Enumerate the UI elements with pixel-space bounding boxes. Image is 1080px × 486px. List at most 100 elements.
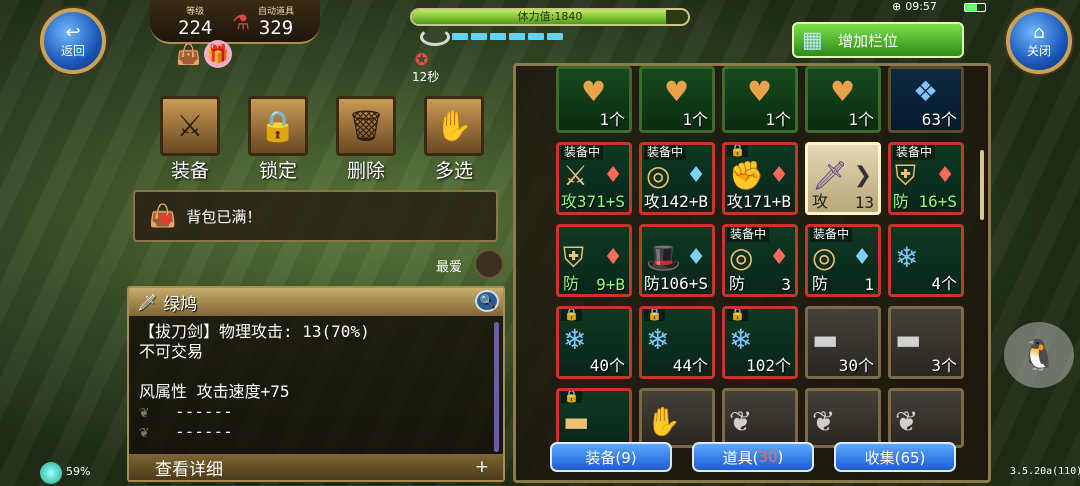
item-detail-body: 【拔刀剑】物理攻击: 13(70%) 不可交易 风属性 攻击速度+75 ❦ ---… [139, 322, 370, 441]
slot-count: 1 [864, 275, 874, 294]
inventory-slot[interactable]: ▬ 🔒 [556, 388, 632, 448]
equipped-tag: 装备中 [644, 145, 687, 160]
lock-icon: 🔒 [561, 391, 582, 403]
fang-icon: ❦ [895, 405, 919, 438]
inventory-slot[interactable]: ❄ 4个 [888, 224, 964, 297]
inventory-tabs: 装备(9) 道具(30) 收集(65) [550, 442, 956, 472]
inventory-slot[interactable]: ❄ 102个 🔒 [722, 306, 798, 379]
inventory-slot[interactable]: ▬ 3个 [888, 306, 964, 379]
inventory-slot[interactable]: ✋ [639, 388, 715, 448]
bag-full-message: 👜 ✖ 背包已满！ [133, 190, 498, 242]
slot-count: 攻371+S [560, 192, 625, 211]
lock-icon: 🔒 [644, 309, 665, 321]
inventory-slot[interactable]: ♥ 1个 [805, 66, 881, 133]
inventory-slot[interactable]: 装备中 ◎ ♦ 攻142+B [639, 142, 715, 215]
inventory-slot[interactable]: ⛨ ♦ 防 9+B [556, 224, 632, 297]
back-button[interactable]: ↩ 返回 [40, 8, 106, 74]
slot-count: 40个 [589, 356, 625, 375]
inventory-scrollbar[interactable] [980, 150, 984, 220]
item-detail-header: 🗡 绿鸠 🔍 [129, 288, 503, 316]
view-details-button[interactable]: 查看详细 + [129, 454, 503, 480]
inventory-slot[interactable]: ❖ 63个 [888, 66, 964, 133]
slot-count: 防106+S [643, 274, 708, 293]
home-icon: ⌂ [1033, 21, 1045, 43]
slot-count: 44个 [672, 356, 708, 375]
inventory-slot[interactable]: 🗡 ❯ 攻 13 [805, 142, 881, 215]
equipped-tag: 装备中 [727, 227, 770, 242]
version-text: 3.5.20a(110) [1010, 466, 1080, 477]
lock-icon: 🔒 [248, 96, 308, 156]
equipped-tag: 装备中 [561, 145, 604, 160]
detail-scrollbar[interactable] [494, 322, 499, 452]
slot-count: 4个 [931, 274, 957, 293]
alarm-icon: ⊕ [892, 0, 902, 13]
inventory-slot[interactable]: 装备中 ◎ ♦ 防 3 [722, 224, 798, 297]
stamina-bar: 体力值:1840 [410, 8, 690, 26]
gem-icon: ♦ [769, 163, 789, 188]
heart-token-icon: ♥ [581, 75, 607, 108]
close-button[interactable]: ⌂ 关闭 [1006, 8, 1072, 74]
inventory-grid: ♥ 1个 ♥ 1个 ♥ 1个 ♥ 1个 ❖ 63个 装备中 ⚔ ♦ 攻371+S 装备中 ◎ ♦ 攻142+B ✊ ♦… [513, 63, 991, 483]
sword-icon: 🗡 [137, 292, 158, 312]
slot-count: 3 [781, 275, 791, 294]
inventory-slot[interactable]: ♥ 1个 [556, 66, 632, 133]
chat-assistant-icon[interactable]: 🐧 [1004, 322, 1074, 388]
item-detail-panel: 🗡 绿鸠 🔍 【拔刀剑】物理攻击: 13(70%) 不可交易 风属性 攻击速度+… [127, 286, 505, 482]
inventory-slot[interactable]: ❦ [722, 388, 798, 448]
clock: ⊕ 09:57 [892, 0, 937, 13]
inventory-slot[interactable]: ❦ [888, 388, 964, 448]
treasure-bag-icon[interactable]: 👜 [176, 42, 201, 66]
inventory-slot[interactable]: 装备中 ◎ ♦ 防 1 [805, 224, 881, 297]
inventory-slot[interactable]: ♥ 1个 [639, 66, 715, 133]
slot-count: 攻171+B [726, 192, 791, 211]
multi-select-action[interactable]: ✋ 多选 [414, 96, 494, 183]
add-slots-button[interactable]: ▦ 增加栏位 [792, 22, 964, 58]
slot-count: 防 16+S [892, 192, 957, 211]
inventory-slot[interactable]: ♥ 1个 [722, 66, 798, 133]
swirl-icon [40, 462, 62, 484]
slot-count: 1个 [848, 110, 874, 129]
trash-icon: 🗑 [336, 96, 396, 156]
inventory-slot[interactable]: ✊ ♦ 攻171+B 🔒 [722, 142, 798, 215]
plus-icon: + [474, 457, 489, 477]
delete-action[interactable]: 🗑 删除 [326, 96, 406, 183]
gift-icon[interactable]: 🎁 [204, 40, 232, 68]
tab-equipment[interactable]: 装备(9) [550, 442, 672, 472]
slot-count: 9+B [596, 275, 625, 294]
potion-icon: ⚗ [232, 10, 250, 34]
slot-count: 102个 [746, 356, 791, 375]
slot-count: 30个 [838, 356, 874, 375]
inventory-slot[interactable]: 装备中 ⛨ ♦ 防 16+S [888, 142, 964, 215]
lock-icon: 🔒 [561, 309, 582, 321]
fang-icon: ❦ [812, 405, 836, 438]
lock-icon: 🔒 [727, 309, 748, 321]
equip-action[interactable]: ⚔ 装备 [150, 96, 230, 183]
favorite-toggle[interactable] [474, 249, 504, 279]
item-name: 绿鸠 [163, 294, 198, 315]
equipment-icon: ⚔ [160, 96, 220, 156]
slot-count: 1个 [599, 110, 625, 129]
gem-icon: ♦ [603, 245, 623, 270]
inventory-slot[interactable]: ❦ [805, 388, 881, 448]
heart-token-icon: ♥ [830, 75, 856, 108]
inventory-slot[interactable]: ▬ 30个 [805, 306, 881, 379]
search-icon[interactable]: 🔍 [475, 290, 499, 312]
equipped-tag: 装备中 [810, 227, 853, 242]
lock-action[interactable]: 🔒 锁定 [238, 96, 318, 183]
buff-timer: 12秒 [412, 70, 440, 84]
gem-icon: ♦ [603, 163, 623, 188]
hand-icon: ✋ [424, 96, 484, 156]
inventory-slot[interactable]: 🎩 ♦ 防106+S [639, 224, 715, 297]
inventory-slot[interactable]: ❄ 44个 🔒 [639, 306, 715, 379]
slot-count: 63个 [921, 110, 957, 129]
tab-items[interactable]: 道具(30) [692, 442, 814, 472]
slot-count: 攻142+B [643, 192, 708, 211]
slot-count: 13 [854, 193, 874, 212]
slot-count: 1个 [765, 110, 791, 129]
stamina-text: 体力值:1840 [517, 10, 583, 23]
tab-collection[interactable]: 收集(65) [834, 442, 956, 472]
inventory-slot[interactable]: ❄ 40个 🔒 [556, 306, 632, 379]
action-bar: ⚔ 装备 🔒 锁定 🗑 删除 ✋ 多选 [150, 96, 494, 183]
inventory-slot[interactable]: 装备中 ⚔ ♦ 攻371+S [556, 142, 632, 215]
heart-token-icon: ♥ [747, 75, 773, 108]
